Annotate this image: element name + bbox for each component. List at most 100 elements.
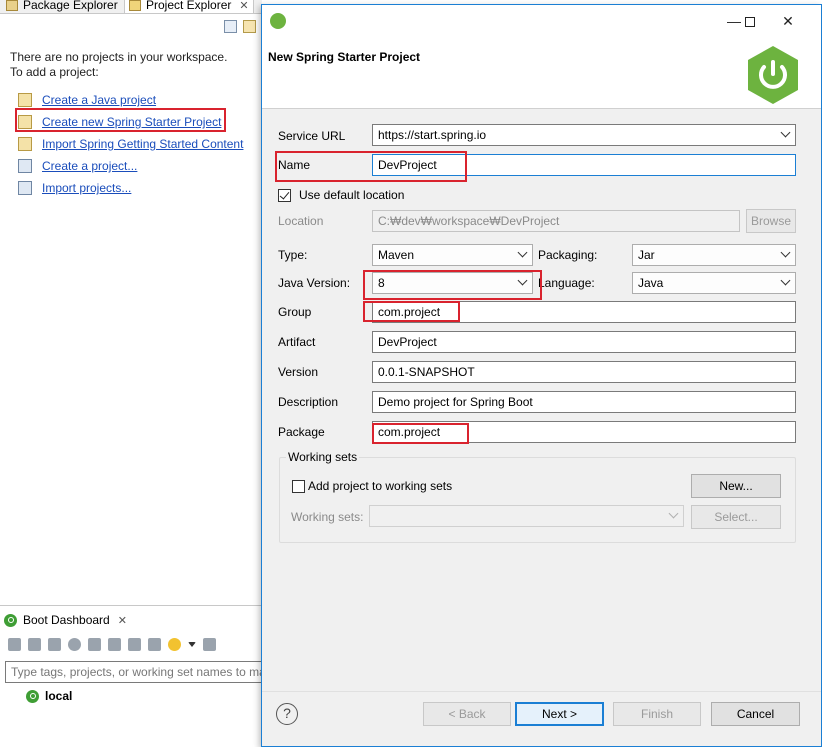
chevron-down-icon	[780, 247, 791, 258]
java-project-icon	[18, 93, 32, 107]
open-browser-icon[interactable]	[68, 638, 81, 651]
description-field[interactable]: Demo project for Spring Boot	[372, 391, 796, 413]
add-project-links: Create a Java project Create new Spring …	[18, 89, 243, 199]
chevron-down-icon	[780, 275, 791, 286]
dialog-title-bar[interactable]: — ✕	[262, 5, 821, 36]
tab-project-explorer[interactable]: Project Explorer ✕	[124, 0, 254, 13]
type-label: Type:	[278, 248, 308, 262]
browse-button[interactable]: Browse	[746, 209, 796, 233]
footer-separator	[262, 691, 821, 692]
name-field[interactable]: DevProject	[372, 154, 796, 176]
tab-label: Boot Dashboard	[23, 613, 110, 627]
close-icon[interactable]: ✕	[239, 0, 248, 12]
link-label[interactable]: Create a Java project	[42, 93, 156, 107]
service-url-value: https://start.spring.io	[378, 128, 487, 142]
select-working-sets-button[interactable]: Select...	[691, 505, 781, 529]
project-explorer-icon	[129, 0, 141, 11]
version-value: 0.0.1-SNAPSHOT	[378, 365, 475, 379]
link-import-getting-started[interactable]: Import Spring Getting Started Content	[18, 133, 243, 155]
packaging-label: Packaging:	[538, 248, 598, 262]
packaging-value: Jar	[638, 248, 655, 262]
language-combo[interactable]: Java	[632, 272, 796, 294]
link-with-editor-icon[interactable]	[243, 20, 256, 33]
working-sets-label: Working sets:	[291, 510, 364, 524]
lightbulb-icon[interactable]	[168, 638, 181, 651]
new-working-set-button[interactable]: New...	[691, 474, 781, 498]
finish-button[interactable]: Finish	[613, 702, 701, 726]
start-icon[interactable]	[8, 638, 21, 651]
service-url-label: Service URL	[278, 129, 346, 143]
version-field[interactable]: 0.0.1-SNAPSHOT	[372, 361, 796, 383]
package-field[interactable]: com.project	[372, 421, 796, 443]
stop-icon[interactable]	[48, 638, 61, 651]
import-projects-icon	[18, 181, 32, 195]
artifact-field[interactable]: DevProject	[372, 331, 796, 353]
location-label: Location	[278, 214, 324, 228]
add-to-working-sets-label: Add project to working sets	[308, 479, 453, 493]
back-button[interactable]: < Back	[423, 702, 511, 726]
boot-dashboard-toolbar	[8, 638, 216, 651]
packaging-combo[interactable]: Jar	[632, 244, 796, 266]
working-sets-combo[interactable]	[369, 505, 684, 527]
name-value: DevProject	[378, 158, 437, 172]
type-value: Maven	[378, 248, 415, 262]
description-value: Demo project for Spring Boot	[378, 395, 533, 409]
local-target[interactable]: local	[26, 689, 72, 703]
view-divider	[0, 605, 262, 606]
spring-leaf-icon	[270, 13, 286, 29]
link-create-project[interactable]: Create a project...	[18, 155, 243, 177]
java-version-value: 8	[378, 276, 385, 290]
close-icon[interactable]: ✕	[118, 614, 127, 627]
open-config-icon[interactable]	[108, 638, 121, 651]
boot-dashboard-filter-input[interactable]: Type tags, projects, or working set name…	[5, 661, 263, 683]
cancel-button[interactable]: Cancel	[711, 702, 800, 726]
package-label: Package	[278, 425, 325, 439]
tab-label: Package Explorer	[23, 0, 118, 12]
location-field[interactable]: C:₩dev₩workspace₩DevProject	[372, 210, 740, 232]
view-toolbar	[224, 20, 256, 33]
tab-package-explorer[interactable]: Package Explorer	[6, 0, 118, 13]
properties-icon[interactable]	[148, 638, 161, 651]
working-sets-group-title: Working sets	[286, 450, 360, 464]
add-to-working-sets-checkbox[interactable]	[292, 480, 305, 493]
new-spring-starter-dialog: — ✕ New Spring Starter Project Service U…	[261, 4, 822, 747]
use-default-location-label: Use default location	[299, 188, 405, 202]
console-icon[interactable]	[88, 638, 101, 651]
link-label[interactable]: Create a project...	[42, 159, 137, 173]
dialog-title: New Spring Starter Project	[268, 50, 421, 64]
description-label: Description	[278, 395, 339, 409]
package-explorer-icon	[6, 0, 18, 11]
collapse-all-icon[interactable]	[224, 20, 237, 33]
highlight-spring-starter-link	[15, 108, 226, 132]
empty-message-line-1: There are no projects in your workspace.	[10, 50, 228, 64]
spring-boot-icon	[26, 689, 39, 703]
link-label[interactable]: Import projects...	[42, 181, 131, 195]
empty-workspace-message: There are no projects in your workspace.…	[10, 50, 227, 80]
pen-icon[interactable]	[128, 638, 141, 651]
chevron-down-icon[interactable]	[188, 642, 196, 647]
dialog-header: New Spring Starter Project	[262, 36, 821, 109]
java-version-label: Java Version:	[278, 276, 351, 290]
language-label: Language:	[538, 276, 595, 290]
name-label: Name	[278, 158, 311, 172]
link-import-projects[interactable]: Import projects...	[18, 177, 243, 199]
language-value: Java	[638, 276, 664, 290]
expose-icon[interactable]	[203, 638, 216, 651]
import-content-icon	[18, 137, 32, 151]
next-button[interactable]: Next >	[515, 702, 604, 726]
help-icon[interactable]: ?	[276, 703, 298, 725]
type-combo[interactable]: Maven	[372, 244, 533, 266]
maximize-icon[interactable]	[733, 11, 755, 31]
group-field[interactable]: com.project	[372, 301, 796, 323]
java-version-combo[interactable]: 8	[372, 272, 533, 294]
debug-icon[interactable]	[28, 638, 41, 651]
use-default-location-checkbox[interactable]	[278, 189, 291, 202]
version-label: Version	[278, 365, 319, 379]
local-label: local	[45, 689, 73, 703]
close-icon[interactable]: ✕	[778, 11, 798, 31]
link-label[interactable]: Import Spring Getting Started Content	[42, 137, 243, 151]
package-value: com.project	[378, 425, 441, 439]
service-url-combo[interactable]: https://start.spring.io	[372, 124, 796, 146]
artifact-value: DevProject	[378, 335, 437, 349]
tab-boot-dashboard[interactable]: Boot Dashboard ✕	[4, 613, 127, 627]
